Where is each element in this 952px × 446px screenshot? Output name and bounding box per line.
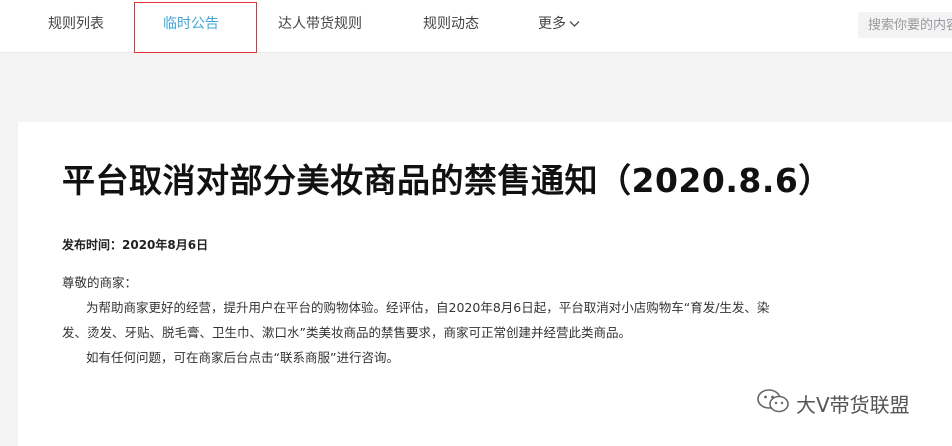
publish-time: 发布时间：2020年8月6日 — [62, 238, 209, 252]
search-input[interactable] — [858, 12, 952, 38]
active-tab-highlight — [134, 2, 257, 53]
chevron-down-icon — [569, 0, 580, 48]
tab-more[interactable]: 更多 — [538, 0, 580, 52]
tab-more-label: 更多 — [538, 16, 566, 32]
watermark: 大V带货联盟 — [756, 388, 910, 419]
paragraph-2: 如有任何问题，可在商家后台点击“联系商服”进行咨询。 — [86, 350, 399, 365]
greeting: 尊敬的商家： — [62, 275, 138, 290]
paragraph-1-line-1: 为帮助商家更好的经营，提升用户在平台的购物体验。经评估，自2020年8月6日起，… — [86, 300, 770, 315]
tab-rule-list[interactable]: 规则列表 — [48, 0, 104, 52]
wechat-icon — [756, 388, 790, 419]
page-title: 平台取消对部分美妆商品的禁售通知（2020.8.6） — [62, 161, 832, 200]
top-navigation: 规则列表 临时公告 达人带货规则 规则动态 更多 — [0, 0, 952, 53]
article-body: 尊敬的商家： 为帮助商家更好的经营，提升用户在平台的购物体验。经评估，自2020… — [62, 270, 769, 370]
tab-influencer-rules[interactable]: 达人带货规则 — [278, 0, 362, 52]
watermark-text: 大V带货联盟 — [796, 393, 910, 417]
paragraph-1-line-2: 发、烫发、牙贴、脱毛膏、卫生巾、漱口水”类美妆商品的禁售要求，商家可正常创建并经… — [62, 325, 631, 340]
tab-rule-updates[interactable]: 规则动态 — [423, 0, 479, 52]
